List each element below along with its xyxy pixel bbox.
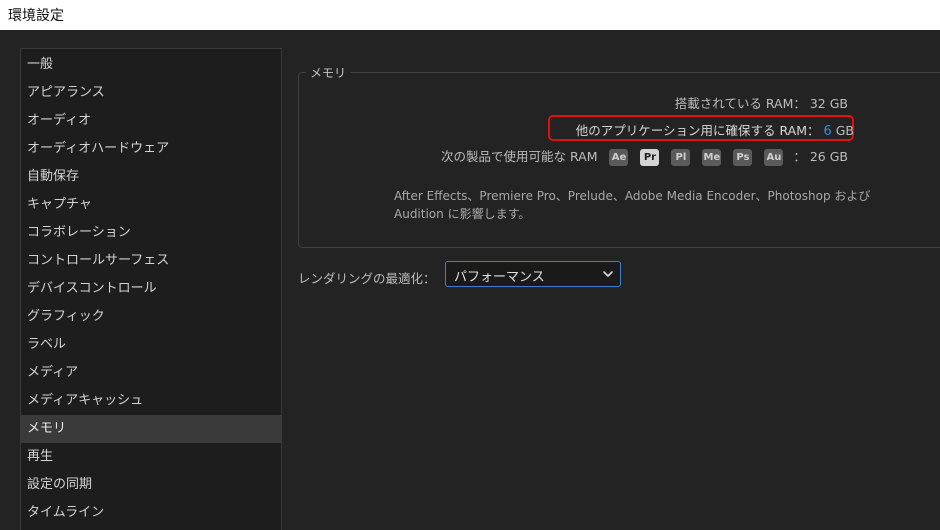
reserved-ram-label: 他のアプリケーション用に確保する RAM： <box>575 123 820 138</box>
sidebar-item-timeline[interactable]: タイムライン <box>21 499 281 527</box>
memory-note: After Effects、Premiere Pro、Prelude、Adobe… <box>394 189 871 221</box>
sidebar-item-appearance[interactable]: アピアランス <box>21 79 281 107</box>
app-badge-prelude: Pl <box>671 149 691 166</box>
installed-ram-value: 32 GB <box>809 96 848 111</box>
sidebar-item-labels[interactable]: ラベル <box>21 331 281 359</box>
app-badge-media-encoder: Me <box>702 149 722 166</box>
installed-ram-row: 搭載されている RAM： 32 GB <box>675 93 848 112</box>
sidebar-item-audio-hardware[interactable]: オーディオハードウェア <box>21 135 281 163</box>
app-badge-audition: Au <box>764 149 784 166</box>
sidebar-item-control-surface[interactable]: コントロールサーフェス <box>21 247 281 275</box>
installed-ram-label: 搭載されている RAM： <box>674 96 806 111</box>
title-bar: 環境設定 <box>0 0 940 30</box>
available-ram-value: ： 26 GB <box>793 149 848 164</box>
preferences-window: 一般 アピアランス オーディオ オーディオハードウェア 自動保存 キャプチャ コ… <box>0 30 940 530</box>
available-ram-label: 次の製品で使用可能な RAM <box>440 149 598 164</box>
chevron-down-icon <box>603 271 613 277</box>
sidebar-item-graphics[interactable]: グラフィック <box>21 303 281 331</box>
sidebar-item-audio[interactable]: オーディオ <box>21 107 281 135</box>
sidebar-item-memory[interactable]: メモリ <box>21 415 281 443</box>
reserved-ram-row: 他のアプリケーション用に確保する RAM： 6 GB <box>576 120 854 139</box>
window-title: 環境設定 <box>8 8 64 24</box>
render-optimization-label: レンダリングの最適化： <box>298 271 436 286</box>
available-ram-row: 次の製品で使用可能な RAM Ae Pr Pl Me Ps Au ： 26 GB <box>441 146 848 166</box>
sidebar-item-general[interactable]: 一般 <box>21 51 281 79</box>
render-optimization-select[interactable]: パフォーマンス <box>445 261 621 287</box>
sidebar-item-capture[interactable]: キャプチャ <box>21 191 281 219</box>
reserved-ram-value[interactable]: 6 <box>823 124 831 139</box>
sidebar-item-auto-save[interactable]: 自動保存 <box>21 163 281 191</box>
sidebar-item-collaboration[interactable]: コラボレーション <box>21 219 281 247</box>
app-badge-photoshop: Ps <box>733 149 753 166</box>
sidebar-item-device-control[interactable]: デバイスコントロール <box>21 275 281 303</box>
sidebar-item-playback[interactable]: 再生 <box>21 443 281 471</box>
preferences-category-list[interactable]: 一般 アピアランス オーディオ オーディオハードウェア 自動保存 キャプチャ コ… <box>20 48 282 530</box>
app-badge-premiere-pro: Pr <box>640 149 660 166</box>
reserved-ram-unit: GB <box>835 123 854 138</box>
render-optimization-value: パフォーマンス <box>454 270 545 285</box>
sidebar-item-media-cache[interactable]: メディアキャッシュ <box>21 387 281 415</box>
sidebar-item-media[interactable]: メディア <box>21 359 281 387</box>
sidebar-item-sync-settings[interactable]: 設定の同期 <box>21 471 281 499</box>
app-badge-after-effects: Ae <box>609 149 629 166</box>
memory-group-label: メモリ <box>306 64 351 81</box>
